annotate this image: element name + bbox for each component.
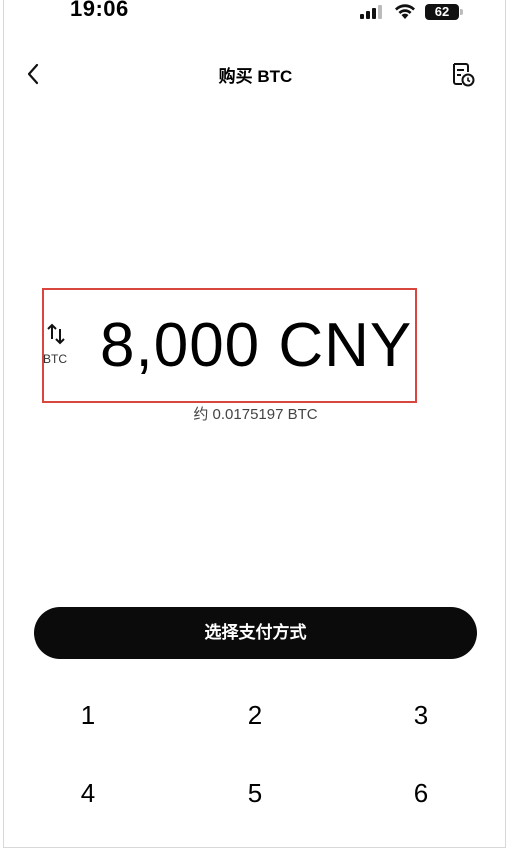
- swap-arrows-icon: [47, 323, 65, 345]
- page-title: 购买 BTC: [218, 67, 293, 86]
- key-2[interactable]: 2: [215, 685, 295, 745]
- key-3[interactable]: 3: [381, 685, 461, 745]
- key-5[interactable]: 5: [215, 763, 295, 823]
- status-bar: 19:06 62: [0, 0, 511, 30]
- amount-value: 8,000 CNY: [100, 311, 413, 380]
- currency-swap-toggle[interactable]: BTC: [40, 322, 74, 368]
- key-1[interactable]: 1: [48, 685, 128, 745]
- cellular-signal-icon: [360, 5, 382, 19]
- battery-tip: [460, 9, 463, 15]
- order-history-icon: [453, 63, 475, 87]
- select-payment-method-button[interactable]: 选择支付方式: [34, 607, 477, 659]
- wifi-icon: [395, 4, 415, 19]
- swap-currency-label: BTC: [43, 352, 67, 366]
- battery-icon: 62: [425, 4, 459, 20]
- key-4[interactable]: 4: [48, 763, 128, 823]
- status-time: 19:06: [70, 0, 129, 21]
- order-history-button[interactable]: [450, 60, 476, 88]
- conversion-estimate: 约 0.0175197 BTC: [193, 406, 318, 423]
- key-6[interactable]: 6: [381, 763, 461, 823]
